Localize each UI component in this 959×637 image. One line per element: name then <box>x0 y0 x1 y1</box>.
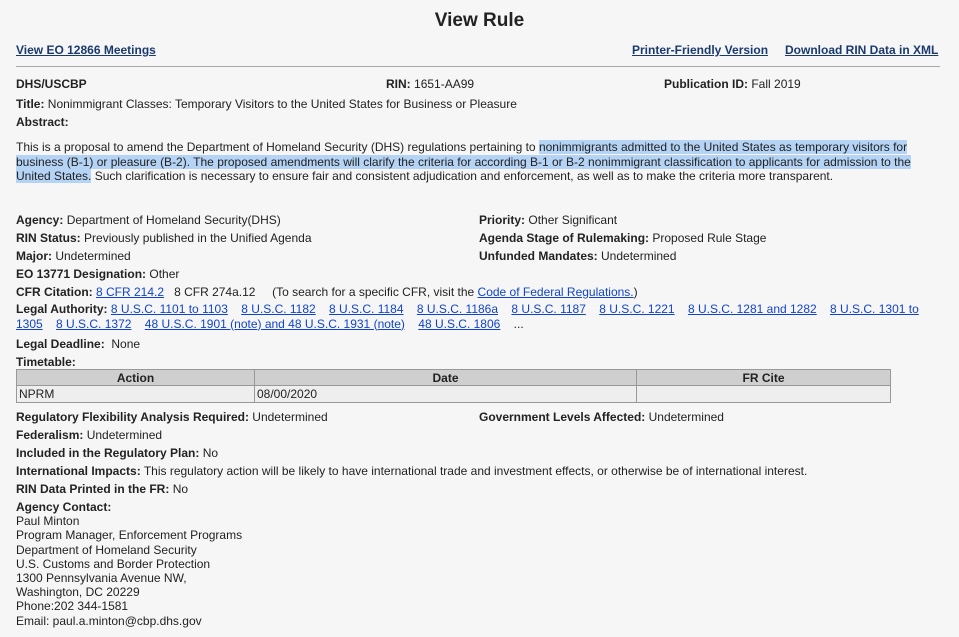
view-rule-page: View Rule View EO 12866 Meetings Printer… <box>0 0 959 637</box>
legal-authority-link[interactable]: 8 U.S.C. 1101 to 1103 <box>111 302 228 316</box>
agency: Agency: Department of Homeland Security(… <box>16 213 281 227</box>
legal-authority-link[interactable]: 8 U.S.C. 1221 <box>599 302 674 316</box>
legal-authority-link[interactable]: 8 U.S.C. 1187 <box>511 302 585 316</box>
rin: RIN: 1651-AA99 <box>386 77 475 91</box>
legal-authority-link[interactable]: 8 U.S.C. 1184 <box>329 302 403 316</box>
contact-line: U.S. Customs and Border Protection <box>16 556 211 571</box>
contact-line: Email: paul.a.minton@cbp.dhs.gov <box>16 613 202 628</box>
publication-id: Publication ID: Fall 2019 <box>664 77 801 91</box>
contact-line: Phone:202 344-1581 <box>16 599 129 614</box>
legal-authority-link[interactable]: 48 U.S.C. 1806 <box>418 317 500 331</box>
timetable-label: Timetable: <box>16 355 76 369</box>
legal-authority-link[interactable]: 8 U.S.C. 1186a <box>417 302 498 316</box>
contact-line: Department of Homeland Security <box>16 542 197 557</box>
legal-deadline: Legal Deadline: None <box>16 337 141 351</box>
rule-title: Title: Nonimmigrant Classes: Temporary V… <box>16 97 517 111</box>
rfa-required: Regulatory Flexibility Analysis Required… <box>16 410 328 424</box>
priority: Priority: Other Significant <box>479 213 618 227</box>
international-impacts: International Impacts: This regulatory a… <box>16 464 808 478</box>
abstract-text: This is a proposal to amend the Departme… <box>16 140 911 183</box>
eo-designation: EO 13771 Designation: Other <box>16 267 180 281</box>
contact-line: Paul Minton <box>16 514 80 529</box>
code-of-federal-regulations-link[interactable]: Code of Federal Regulations. <box>478 285 634 299</box>
rin-data-printed: RIN Data Printed in the FR: No <box>16 482 189 496</box>
abstract-label: Abstract: <box>16 115 69 129</box>
col-fr-cite: FR Cite <box>636 369 891 386</box>
legal-authority: Legal Authority: 8 U.S.C. 1101 to 1103 8… <box>16 302 919 331</box>
legal-authority-link[interactable]: 8 U.S.C. 1182 <box>241 302 315 316</box>
rin-status: RIN Status: Previously published in the … <box>16 231 312 245</box>
contact-line: Washington, DC 20229 <box>16 585 140 600</box>
major: Major: Undetermined <box>16 249 131 263</box>
view-eo-meetings-link[interactable]: View EO 12866 Meetings <box>16 43 156 57</box>
page-title: View Rule <box>434 10 525 31</box>
printer-friendly-link[interactable]: Printer-Friendly Version <box>632 43 768 57</box>
legal-authority-link[interactable]: 48 U.S.C. 1901 (note) and 48 U.S.C. 1931… <box>145 317 405 331</box>
regulatory-plan: Included in the Regulatory Plan: No <box>16 446 219 460</box>
unfunded-mandates: Unfunded Mandates: Undetermined <box>479 249 677 263</box>
col-date: Date <box>254 369 637 386</box>
cfr-link[interactable]: 8 CFR 214.2 <box>96 285 164 299</box>
legal-authority-link[interactable]: 8 U.S.C. 1281 and 1282 <box>688 302 817 316</box>
cfr-citation: CFR Citation: 8 CFR 214.2 8 CFR 274a.12 … <box>16 285 638 299</box>
agency-contact: Agency Contact: Paul Minton Program Manage… <box>16 500 243 628</box>
contact-line: 1300 Pennsylvania Avenue NW, <box>16 571 187 586</box>
agenda-stage: Agenda Stage of Rulemaking: Proposed Rul… <box>479 231 767 245</box>
federalism: Federalism: Undetermined <box>16 428 163 442</box>
legal-authority-link[interactable]: 8 U.S.C. 1372 <box>56 317 131 331</box>
download-xml-link[interactable]: Download RIN Data in XML <box>785 43 938 57</box>
timetable: Action Date FR Cite NPRM 08/00/2020 <box>16 369 891 403</box>
divider <box>16 66 940 67</box>
contact-line: Program Manager, Enforcement Programs <box>16 528 243 543</box>
table-row: NPRM 08/00/2020 <box>16 385 891 403</box>
col-action: Action <box>16 369 255 386</box>
agency-code: DHS/USCBP <box>16 77 87 91</box>
government-levels: Government Levels Affected: Undetermined <box>479 410 724 424</box>
